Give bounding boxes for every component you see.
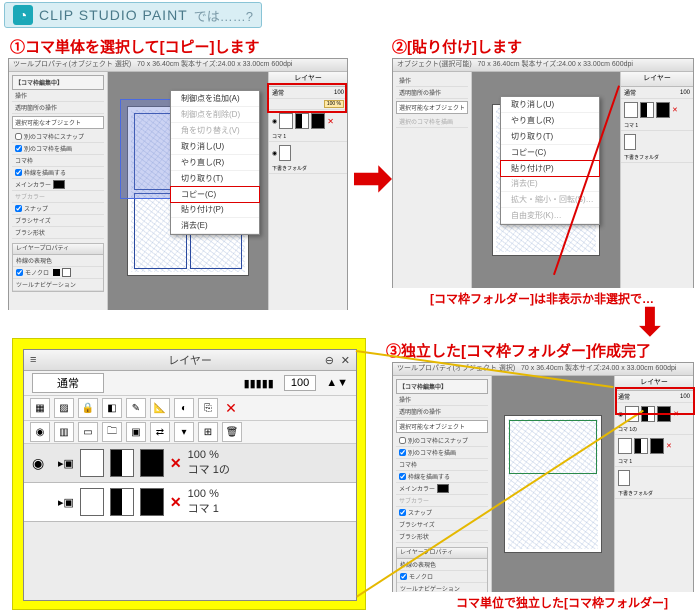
- ctx1-cut[interactable]: 切り取り(T): [171, 171, 259, 187]
- panel1-canvas-area[interactable]: 制御点を追加(A) 制御点を削除(D) 角を切り替え(V) 取り消し(U) やり…: [108, 72, 268, 310]
- frame-icon: ▸▣: [58, 496, 74, 509]
- arrow-down-icon: ⬇: [634, 304, 666, 342]
- screenshot-panel-1: ツールプロパティ(オブジェクト 選択) 70 x 36.40cm 製本サイズ:2…: [8, 58, 348, 310]
- draw-border-checkbox[interactable]: [15, 169, 22, 176]
- selectable-object-select[interactable]: 選択可能なオブジェクト: [12, 116, 104, 129]
- draft-icon[interactable]: ✎: [126, 398, 146, 418]
- ctx1-toggle-corner: 角を切り替え(V): [171, 123, 259, 139]
- app-title: CLIP STUDIO PAINT: [39, 7, 188, 23]
- ruler-icon[interactable]: 📐: [150, 398, 170, 418]
- eye-icon[interactable]: ◉: [272, 118, 277, 125]
- panel3-tool-properties: 【コマ枠編集中】 操作 透明箇所の操作 選択可能なオブジェクト 別のコマ枠にスナ…: [393, 376, 492, 592]
- screenshot-panel-2: オブジェクト(選択可能) 70 x 36.40cm 製本サイズ:24.00 x …: [392, 58, 694, 288]
- ctx1-redo[interactable]: やり直し(R): [171, 155, 259, 171]
- layer-row-frame1[interactable]: ◉ ✕: [269, 110, 347, 132]
- eye-off-icon[interactable]: [32, 492, 52, 512]
- x-icon: ✕: [327, 117, 334, 126]
- panel3-layer-palette: レイヤー 通常100 ◉ ✕ コマ 1の ✕ コマ 1 下書きフォルダ: [614, 376, 693, 592]
- snap-other-checkbox[interactable]: [15, 133, 22, 140]
- merge-icon[interactable]: ▾: [174, 422, 194, 442]
- opacity-input[interactable]: 100: [284, 375, 316, 391]
- screenshot-panel-3: ツールプロパティ(オブジェクト 選択) 70 x 36.40cm 製本サイズ:2…: [392, 362, 694, 592]
- x-icon: ✕: [170, 494, 182, 511]
- panel2-canvas-area[interactable]: 取り消し(U) やり直し(R) 切り取り(T) コピー(C) 貼り付け(P) 消…: [472, 72, 620, 288]
- ctx1-copy[interactable]: コピー(C): [170, 186, 260, 203]
- panel2-layer-palette: レイヤー 通常100 ✕ コマ 1 下書きフォルダ: [620, 72, 693, 288]
- ctx1-del-point: 制御点を削除(D): [171, 107, 259, 123]
- panel1-titlebar: ツールプロパティ(オブジェクト 選択) 70 x 36.40cm 製本サイズ:2…: [9, 59, 347, 72]
- close-icon[interactable]: ✕: [341, 354, 350, 367]
- step1-label: ①コマ単体を選択して[コピー]します: [10, 36, 260, 57]
- final-note: コマ単位で独立した[コマ枠フォルダー]: [456, 594, 668, 611]
- x-icon: ✕: [170, 455, 182, 472]
- app-header: ◔ CLIP STUDIO PAINT では……?: [4, 2, 262, 28]
- step3-label: ③独立した[コマ枠フォルダー]作成完了: [386, 340, 651, 361]
- eye-icon[interactable]: ◉: [618, 411, 623, 418]
- blend-mode-select[interactable]: 通常: [32, 373, 104, 393]
- draw-other-checkbox[interactable]: [15, 145, 22, 152]
- panel2-titlebar: オブジェクト(選択可能) 70 x 36.40cm 製本サイズ:24.00 x …: [393, 59, 693, 72]
- reference-icon[interactable]: ◧: [102, 398, 122, 418]
- lock-icon[interactable]: 🔒: [78, 398, 98, 418]
- new-folder-icon[interactable]: 🗀: [102, 422, 122, 442]
- ctx1-add-point[interactable]: 制御点を追加(A): [171, 91, 259, 107]
- eye-icon[interactable]: ◉: [32, 455, 52, 472]
- mask-icon[interactable]: ◐: [174, 398, 194, 418]
- zoom-layer-row-1[interactable]: ◉ ▸▣ ✕ 100 %コマ 1の: [24, 444, 356, 483]
- new-layer-icon[interactable]: ▭: [78, 422, 98, 442]
- zoom-toolbar: ▦ ▨ 🔒 ◧ ✎ 📐 ◐ ⎘ ✕: [24, 396, 356, 421]
- opacity-badge: 100 %: [324, 100, 344, 108]
- ctx2-copy[interactable]: コピー(C): [501, 145, 599, 161]
- palette-icon[interactable]: ▥: [54, 422, 74, 442]
- combine-icon[interactable]: ⊞: [198, 422, 218, 442]
- ctx2-cut[interactable]: 切り取り(T): [501, 129, 599, 145]
- ctx1-delete[interactable]: 消去(E): [171, 218, 259, 234]
- zoom-layer-row-2[interactable]: ▸▣ ✕ 100 %コマ 1: [24, 483, 356, 522]
- panel1-tool-properties: 【コマ枠編集中】 操作 透明箇所の操作 選択可能なオブジェクト 別のコマ枠にスナ…: [9, 72, 108, 310]
- frame-icon: ▸▣: [58, 457, 74, 470]
- disable-icon[interactable]: ✕: [222, 399, 240, 417]
- clip-icon[interactable]: ⎘: [198, 398, 218, 418]
- ctx2-freetransform: 自由変形(K)…: [501, 208, 599, 224]
- delete-layer-icon[interactable]: 🗑: [222, 422, 242, 442]
- ctx2-undo[interactable]: 取り消し(U): [501, 97, 599, 113]
- eye-icon[interactable]: ◉: [272, 150, 277, 157]
- panel3-titlebar: ツールプロパティ(オブジェクト 選択) 70 x 36.40cm 製本サイズ:2…: [393, 363, 693, 376]
- minimize-icon[interactable]: ⊖: [325, 354, 334, 367]
- context-menu-1[interactable]: 制御点を追加(A) 制御点を削除(D) 角を切り替え(V) 取り消し(U) やり…: [170, 90, 260, 235]
- hide-folder-note: [コマ枠フォルダー]は非表示か非選択で…: [430, 290, 654, 307]
- arrow-right-icon: ➡: [352, 155, 392, 203]
- ops-row: 操作: [12, 90, 104, 102]
- panel2-tool-properties: 操作 透明箇所の操作 選択可能なオブジェクト 選択のコマ枠を描画: [393, 72, 472, 288]
- transfer-icon[interactable]: ⇄: [150, 422, 170, 442]
- context-menu-2[interactable]: 取り消し(U) やり直し(R) 切り取り(T) コピー(C) 貼り付け(P) 消…: [500, 96, 600, 225]
- panel3-canvas-area[interactable]: [492, 376, 614, 592]
- ctx1-undo[interactable]: 取り消し(U): [171, 139, 259, 155]
- layer-row-sketch[interactable]: ◉: [269, 142, 347, 164]
- layer-property-box: レイヤープロパティ 枠線の表現色 モノクロ ツールナビゲーション: [12, 243, 104, 292]
- checker-icon[interactable]: ▦: [30, 398, 50, 418]
- lock-transparent-icon[interactable]: ▨: [54, 398, 74, 418]
- ctx2-transform: 拡大・縮小・回転(S)…: [501, 192, 599, 208]
- zoom-title: ≡ レイヤー ⊖ ✕: [24, 350, 356, 371]
- csp-logo-icon: ◔: [13, 5, 33, 25]
- panel1-layer-palette: レイヤー 通常100 100 % ◉ ✕ コマ 1 ◉ 下書きフォルダ: [268, 72, 347, 310]
- menu-icon[interactable]: ≡: [30, 354, 36, 366]
- ctx2-redo[interactable]: やり直し(R): [501, 113, 599, 129]
- eye-toggle-icon[interactable]: ◉: [30, 422, 50, 442]
- frame-folder-icon[interactable]: ▣: [126, 422, 146, 442]
- ctx1-paste[interactable]: 貼り付け(P): [171, 202, 259, 218]
- app-subtitle: では……?: [194, 6, 253, 25]
- ctx2-paste[interactable]: 貼り付け(P): [500, 160, 600, 177]
- zoom-layer-panel: ≡ レイヤー ⊖ ✕ 通常 ▮▮▮▮▮ 100 ▲▼ ▦ ▨ 🔒 ◧ ✎ 📐 ◐…: [12, 338, 366, 610]
- step2-label: ②[貼り付け]します: [392, 36, 522, 57]
